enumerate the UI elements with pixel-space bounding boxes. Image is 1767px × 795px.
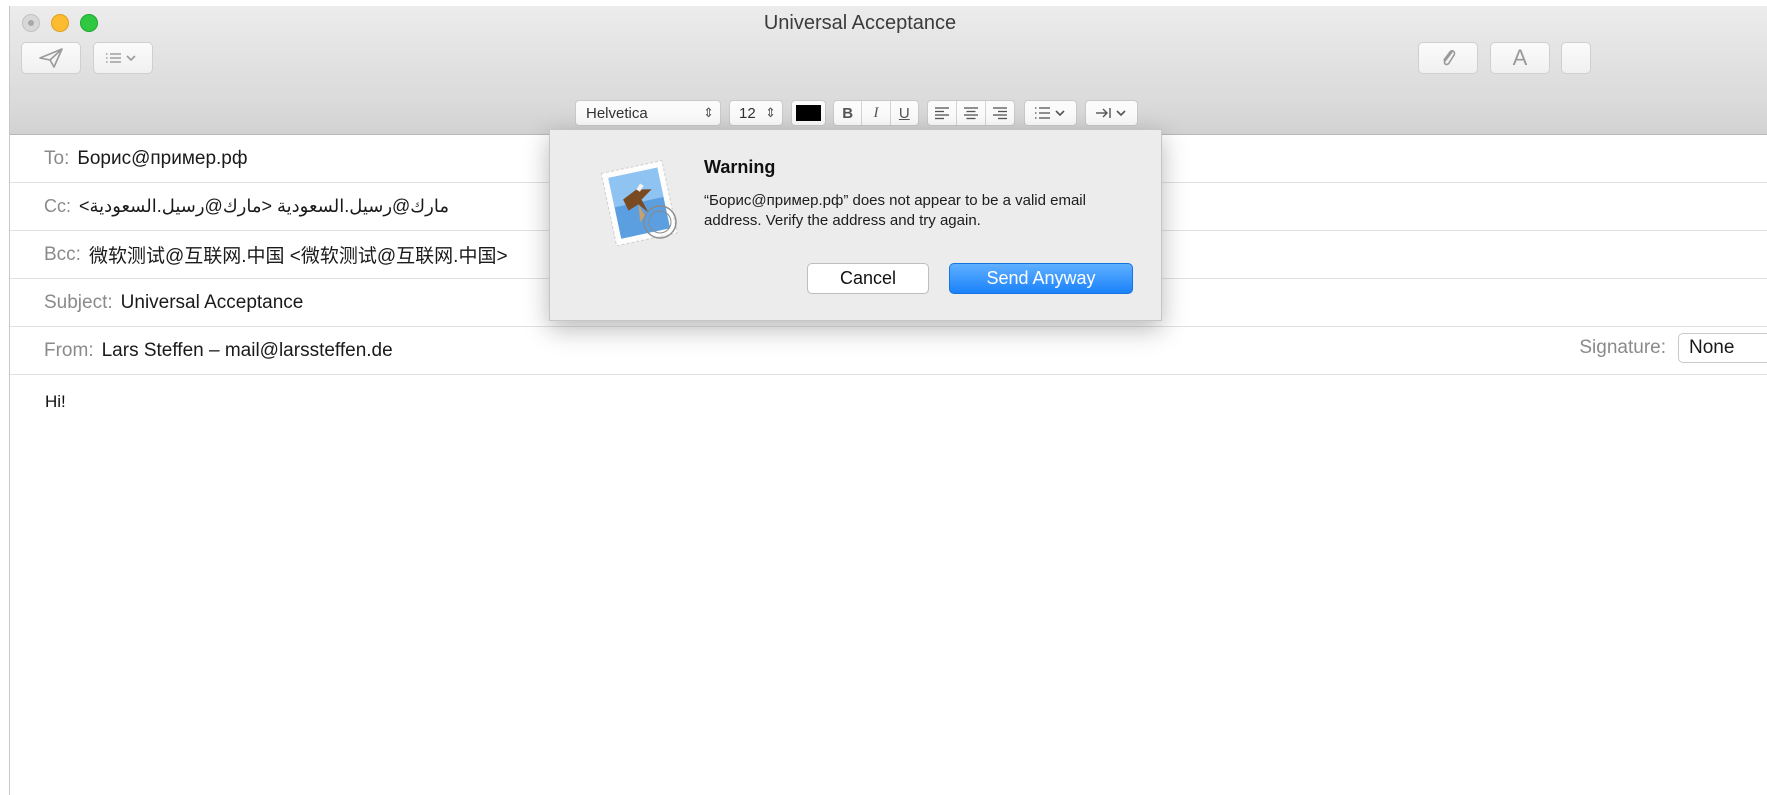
warning-sheet: Warning “Борис@пример.рф” does not appea… (549, 129, 1162, 321)
message-body[interactable]: Hi! (45, 392, 66, 412)
list-chevron-icon (106, 53, 136, 63)
indent-popup[interactable] (1085, 100, 1138, 126)
paperclip-icon (1443, 49, 1456, 66)
attach-button[interactable] (1418, 42, 1478, 74)
bcc-value[interactable]: 微软测试@互联网.中国 <微软测试@互联网.中国> (89, 241, 508, 268)
alignment-segmented-control (927, 100, 1015, 126)
align-right-button[interactable] (986, 101, 1014, 125)
font-size-value: 12 (739, 104, 756, 122)
underline-button[interactable]: U (891, 101, 918, 125)
style-segmented-control: B I U (833, 100, 919, 126)
signature-label: Signature: (1579, 337, 1666, 358)
align-left-button[interactable] (928, 101, 957, 125)
from-value[interactable]: Lars Steffen – mail@larssteffen.de (102, 340, 393, 362)
text-color-well[interactable] (791, 100, 826, 126)
window-title: Universal Acceptance (763, 12, 957, 34)
mail-stamp-icon (600, 159, 678, 247)
signature-select[interactable]: None (1678, 333, 1767, 363)
font-family-select[interactable]: Helvetica ⇕ (575, 100, 721, 126)
font-family-value: Helvetica (586, 104, 648, 122)
align-right-icon (993, 107, 1007, 120)
updown-chevron-icon: ⇕ (765, 105, 776, 120)
header-options-button[interactable] (93, 42, 153, 74)
bold-button[interactable]: B (834, 101, 863, 125)
signature-control: Signature: None (1579, 333, 1767, 363)
align-left-icon (935, 107, 949, 120)
bulleted-list-icon (1034, 107, 1065, 119)
align-center-button[interactable] (957, 101, 986, 125)
subject-label: Subject: (44, 291, 113, 313)
updown-chevron-icon: ⇕ (703, 105, 714, 120)
cc-label: Cc: (44, 196, 71, 216)
color-swatch (796, 105, 821, 121)
bcc-label: Bcc: (44, 243, 81, 265)
font-size-select[interactable]: 12 ⇕ (729, 100, 783, 126)
dialog-title: Warning (704, 157, 776, 177)
cancel-button[interactable]: Cancel (807, 263, 929, 294)
dialog-message: “Борис@пример.рф” does not appear to be … (704, 192, 1086, 229)
indent-arrow-icon (1095, 108, 1126, 118)
mail-compose-window: Universal Acceptance A Helvetica ⇕ 12 ⇕ … (9, 6, 1767, 795)
align-center-icon (964, 107, 978, 120)
to-value[interactable]: Борис@пример.рф (77, 148, 247, 170)
send-anyway-button[interactable]: Send Anyway (949, 263, 1133, 294)
send-button[interactable] (21, 42, 81, 74)
toolbar-overflow-button[interactable] (1561, 42, 1591, 74)
title-bar: Universal Acceptance A (10, 6, 1767, 93)
from-label: From: (44, 339, 94, 361)
list-style-popup[interactable] (1024, 100, 1077, 126)
to-label: To: (44, 147, 70, 169)
subject-value[interactable]: Universal Acceptance (121, 292, 304, 314)
italic-button[interactable]: I (862, 101, 891, 125)
paper-plane-icon (39, 48, 63, 68)
from-field: From: Lars Steffen – mail@larssteffen.de… (10, 327, 1767, 375)
fonts-button[interactable]: A (1490, 42, 1550, 74)
cc-value[interactable]: مارك@رسيل.السعودية <مارك@رسيل.السعودية> (79, 196, 449, 217)
